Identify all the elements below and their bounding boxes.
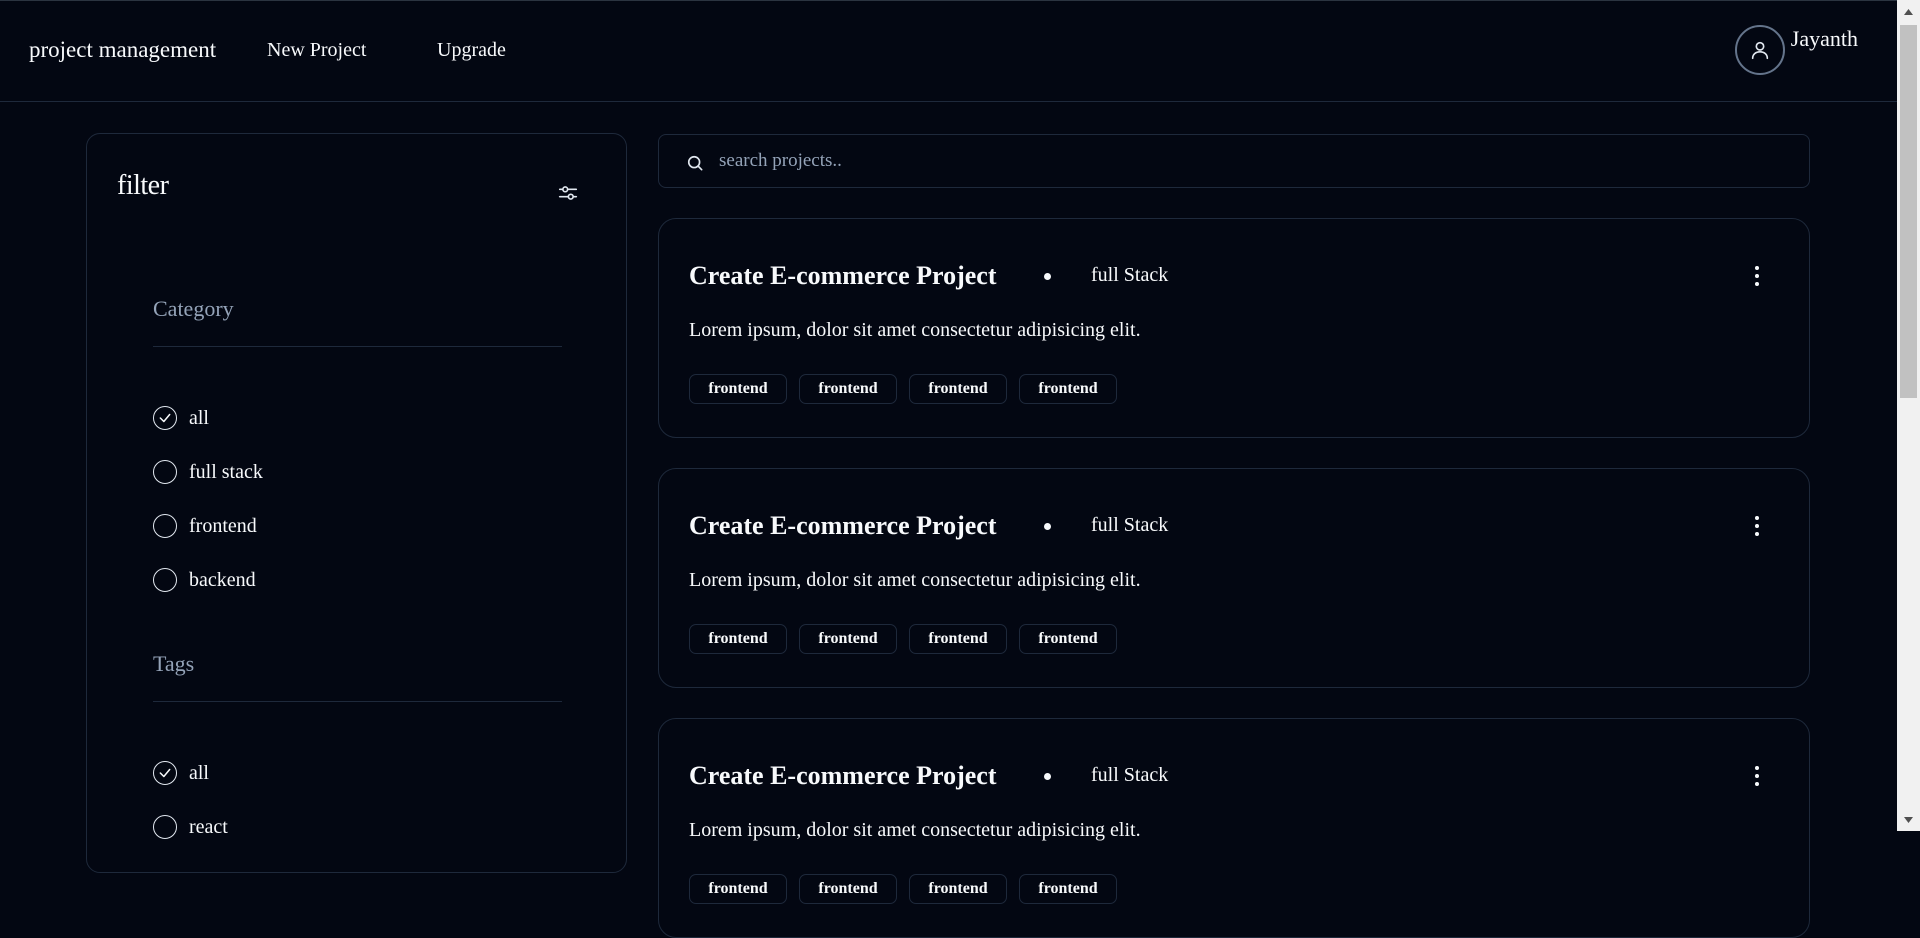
dot-separator <box>1044 523 1051 530</box>
radio-icon[interactable] <box>153 568 177 592</box>
upgrade-link[interactable]: Upgrade <box>437 39 506 62</box>
tag-badge[interactable]: frontend <box>909 374 1007 404</box>
card-menu-button[interactable] <box>1753 265 1761 292</box>
radio-checked-icon[interactable] <box>153 761 177 785</box>
category-option-all[interactable]: all <box>153 406 209 430</box>
project-title[interactable]: Create E-commerce Project <box>689 761 996 791</box>
tag-badge[interactable]: frontend <box>689 874 787 904</box>
tags-title: Tags <box>153 651 195 676</box>
page-scrollbar[interactable] <box>1897 0 1920 831</box>
scroll-thumb[interactable] <box>1900 25 1917 398</box>
tag-badge[interactable]: frontend <box>689 624 787 654</box>
user-name: Jayanth <box>1790 26 1858 51</box>
card-menu-button[interactable] <box>1753 765 1761 792</box>
brand-title[interactable]: project management <box>29 37 216 63</box>
category-option-backend[interactable]: backend <box>153 568 256 592</box>
card-menu-button[interactable] <box>1753 515 1761 542</box>
radio-icon[interactable] <box>153 815 177 839</box>
radio-icon[interactable] <box>153 460 177 484</box>
project-category: full Stack <box>1091 264 1169 286</box>
more-vertical-icon <box>1755 766 1759 786</box>
tag-badge[interactable]: frontend <box>799 624 897 654</box>
tag-list: frontend frontend frontend frontend <box>689 874 1117 904</box>
project-description: Lorem ipsum, dolor sit amet consectetur … <box>689 319 1141 341</box>
category-option-label: full stack <box>189 460 263 483</box>
filter-settings-button[interactable] <box>557 182 579 209</box>
filter-panel: filter Category all full stack frontend … <box>86 133 627 873</box>
radio-checked-icon[interactable] <box>153 406 177 430</box>
tag-option-label: react <box>189 815 228 838</box>
tag-badge[interactable]: frontend <box>1019 874 1117 904</box>
category-option-label: backend <box>189 568 256 591</box>
project-card[interactable]: Create E-commerce Project full Stack Lor… <box>658 468 1810 688</box>
top-navbar: project management New Project Upgrade J… <box>0 0 1897 102</box>
tag-badge[interactable]: frontend <box>689 374 787 404</box>
avatar[interactable] <box>1734 25 1785 75</box>
category-option-label: all <box>189 406 209 429</box>
tag-option-label: all <box>189 761 209 784</box>
radio-icon[interactable] <box>153 514 177 538</box>
tag-badge[interactable]: frontend <box>909 874 1007 904</box>
triangle-up-icon <box>1904 8 1913 15</box>
tag-badge[interactable]: frontend <box>1019 374 1117 404</box>
category-option-frontend[interactable]: frontend <box>153 514 257 538</box>
user-menu[interactable]: Jayanth <box>1734 25 1858 75</box>
dot-separator <box>1044 273 1051 280</box>
category-option-label: frontend <box>189 514 257 537</box>
triangle-down-icon <box>1904 816 1913 823</box>
tags-divider <box>153 701 562 702</box>
tag-badge[interactable]: frontend <box>1019 624 1117 654</box>
project-category: full Stack <box>1091 514 1169 536</box>
category-option-full-stack[interactable]: full stack <box>153 460 263 484</box>
project-card[interactable]: Create E-commerce Project full Stack Lor… <box>658 718 1810 938</box>
category-title: Category <box>153 296 234 321</box>
project-title[interactable]: Create E-commerce Project <box>689 511 996 541</box>
tag-option-all[interactable]: all <box>153 761 209 785</box>
project-category: full Stack <box>1091 764 1169 786</box>
filter-title: filter <box>117 170 169 201</box>
project-description: Lorem ipsum, dolor sit amet consectetur … <box>689 569 1141 591</box>
more-vertical-icon <box>1755 516 1759 536</box>
search-icon <box>687 155 703 171</box>
sliders-icon <box>558 186 578 200</box>
tag-badge[interactable]: frontend <box>799 374 897 404</box>
tag-badge[interactable]: frontend <box>799 874 897 904</box>
project-card[interactable]: Create E-commerce Project full Stack Lor… <box>658 218 1810 438</box>
dot-separator <box>1044 773 1051 780</box>
search-input[interactable] <box>717 149 1801 173</box>
user-icon <box>1751 41 1768 60</box>
search-bar <box>658 134 1810 188</box>
scroll-down-button[interactable] <box>1897 808 1920 831</box>
new-project-link[interactable]: New Project <box>267 39 366 62</box>
category-divider <box>153 346 562 347</box>
tag-badge[interactable]: frontend <box>909 624 1007 654</box>
scroll-up-button[interactable] <box>1897 0 1920 23</box>
tag-option-react[interactable]: react <box>153 815 228 839</box>
tag-list: frontend frontend frontend frontend <box>689 374 1117 404</box>
tag-list: frontend frontend frontend frontend <box>689 624 1117 654</box>
more-vertical-icon <box>1755 266 1759 286</box>
project-title[interactable]: Create E-commerce Project <box>689 261 996 291</box>
